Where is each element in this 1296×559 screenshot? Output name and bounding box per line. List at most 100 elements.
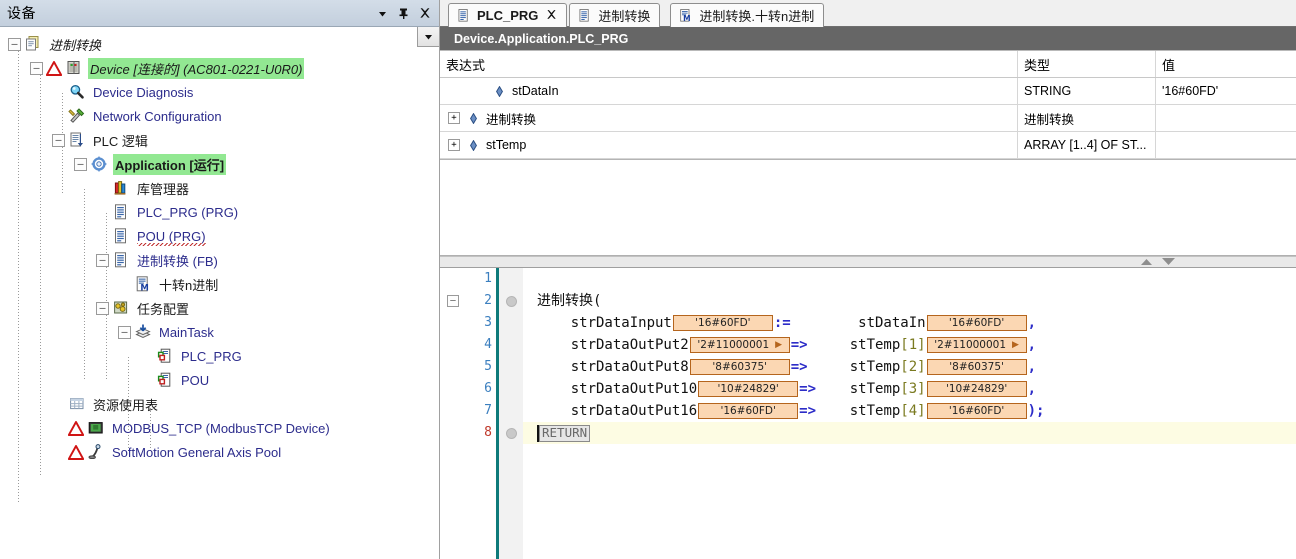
code-statement-marker-icon[interactable] <box>505 295 517 307</box>
splitter-collapse-down-icon[interactable] <box>1161 254 1176 269</box>
tree-item-13[interactable]: PLC_PRG <box>0 344 439 368</box>
watch-cell-expression[interactable]: + stTemp <box>440 132 1018 158</box>
code-marker-cell[interactable] <box>499 422 523 444</box>
code-line[interactable]: 进制转换( <box>523 290 1296 312</box>
code-line[interactable]: strDataOutPut2'2#11000001 ▶ => stTemp [1] '2… <box>523 334 1296 356</box>
tree-item-7[interactable]: PLC_PRG (PRG) <box>0 200 439 224</box>
watch-cell-expression[interactable]: + 进制转换 <box>440 105 1018 131</box>
inline-monitor-box[interactable]: '8#60375' <box>926 359 1027 375</box>
tree-expander-collapse-icon[interactable]: – <box>96 253 109 267</box>
device-tree[interactable]: – 进制转换 – Device [连接的] (AC801-0221-U0R0) Devi… <box>0 27 439 464</box>
tree-item-14[interactable]: POU <box>0 368 439 392</box>
tree-item-15[interactable]: 资源使用表 <box>0 392 439 416</box>
inline-monitor-box[interactable]: '16#60FD' <box>672 315 773 331</box>
task-call-icon <box>156 371 174 389</box>
inline-monitor-box[interactable]: '2#11000001 ▶ <box>689 337 790 353</box>
inline-monitor-box[interactable]: '10#24829' <box>698 381 799 397</box>
tree-item-5[interactable]: – Application [运行] <box>0 152 439 176</box>
code-line[interactable]: strDataInput '16#60FD':= stDataIn '16#60FD… <box>523 312 1296 334</box>
inline-value-expand-icon[interactable]: ▶ <box>775 340 782 350</box>
editor-tabbar[interactable]: PLC_PRG 进制转换 M 进制转换.十转n进制 <box>440 0 1296 27</box>
tree-expander-collapse-icon[interactable]: – <box>74 157 87 171</box>
code-line[interactable]: strDataOutPut16 '16#60FD' => stTemp [4] '16#… <box>523 400 1296 422</box>
code-fold-cell[interactable]: – <box>440 290 467 312</box>
code-marker-cell[interactable] <box>499 268 523 290</box>
watch-table-body[interactable]: stDataIn STRING '16#60FD' + 进制转换 进制转换 + stTemp A… <box>440 78 1296 159</box>
tree-item-9[interactable]: – 进制转换 (FB) <box>0 248 439 272</box>
tree-item-4[interactable]: – PLC 逻辑 <box>0 128 439 152</box>
editor-tab-close-icon[interactable] <box>546 8 557 23</box>
inline-monitor-box[interactable]: '16#60FD' <box>926 315 1027 331</box>
tree-expander-collapse-icon[interactable]: – <box>8 37 21 51</box>
inline-value-expand-icon[interactable]: ▶ <box>1012 340 1019 350</box>
task-call-icon <box>156 347 174 365</box>
inline-monitor-box[interactable]: '2#11000001 ▶ <box>926 337 1027 353</box>
watch-col-type-header: 类型 <box>1018 51 1156 77</box>
editor-tab-1[interactable]: 进制转换 <box>569 3 661 27</box>
code-text: strDataOutPut10 <box>537 381 698 397</box>
tree-item-8[interactable]: POU (PRG) <box>0 224 439 248</box>
pane-splitter[interactable] <box>440 256 1296 268</box>
code-marker-cell[interactable] <box>499 356 523 378</box>
watch-cell-type: STRING <box>1018 78 1156 104</box>
inline-monitor-box[interactable]: '10#24829' <box>926 381 1027 397</box>
code-marker-cell[interactable] <box>499 312 523 334</box>
inline-monitor-box[interactable]: '8#60375' <box>689 359 790 375</box>
devices-panel-title: 设备 <box>7 5 36 21</box>
code-return-keyword[interactable]: RETURN <box>539 424 591 442</box>
code-statement-marker-icon[interactable] <box>505 427 517 439</box>
inline-monitor-value: '2#11000001 <box>934 339 1007 351</box>
watch-table-row[interactable]: + stTemp ARRAY [1..4] OF ST... <box>440 132 1296 159</box>
panel-pin-icon[interactable] <box>393 3 414 24</box>
tree-item-1[interactable]: – Device [连接的] (AC801-0221-U0R0) <box>0 56 439 80</box>
watch-cell-value <box>1156 105 1296 131</box>
object-path-bar: Device.Application.PLC_PRG <box>440 27 1296 51</box>
code-editor[interactable]: – 1 2 3 4 5 6 7 8 进制转换( strDataInput '16#60FD':=… <box>440 268 1296 559</box>
tree-item-17[interactable]: SoftMotion General Axis Pool <box>0 440 439 464</box>
code-fold-column[interactable]: – <box>440 268 468 559</box>
watch-cell-type: ARRAY [1..4] OF ST... <box>1018 132 1156 158</box>
editor-tab-2[interactable]: M 进制转换.十转n进制 <box>670 3 825 27</box>
code-line[interactable]: strDataOutPut8 '8#60375' => stTemp [2] '8#60… <box>523 356 1296 378</box>
tree-item-2[interactable]: Device Diagnosis <box>0 80 439 104</box>
tree-item-11[interactable]: – 任务配置 <box>0 296 439 320</box>
code-marker-cell[interactable] <box>499 334 523 356</box>
watch-cell-expression[interactable]: stDataIn <box>440 78 1018 104</box>
editor-tab-0[interactable]: PLC_PRG <box>448 3 568 27</box>
tree-expander-collapse-icon[interactable]: – <box>30 61 43 75</box>
tree-item-16[interactable]: MODBUS_TCP (ModbusTCP Device) <box>0 416 439 440</box>
code-line-number: 2 <box>484 293 492 308</box>
tree-expander-collapse-icon[interactable]: – <box>96 301 109 315</box>
panel-menu-dropdown-icon[interactable] <box>372 3 393 24</box>
tree-item-10[interactable]: M 十转n进制 <box>0 272 439 296</box>
code-fold-cell <box>440 378 467 400</box>
code-marker-cell[interactable] <box>499 400 523 422</box>
code-line[interactable]: strDataOutPut10 '10#24829' => stTemp [3] '10… <box>523 378 1296 400</box>
tree-expander-collapse-icon[interactable]: – <box>118 325 131 339</box>
tree-item-3[interactable]: Network Configuration <box>0 104 439 128</box>
watch-table-row[interactable]: stDataIn STRING '16#60FD' <box>440 78 1296 105</box>
code-line[interactable] <box>523 268 1296 290</box>
code-text-area[interactable]: 进制转换( strDataInput '16#60FD':= stDataIn '1… <box>523 268 1296 559</box>
inline-monitor-box[interactable]: '16#60FD' <box>698 403 799 419</box>
splitter-collapse-up-icon[interactable] <box>1140 254 1153 269</box>
code-breakpoint-column[interactable] <box>499 268 523 559</box>
inline-monitor-box[interactable]: '16#60FD' <box>926 403 1027 419</box>
tree-item-label: 十转n进制 <box>159 277 219 293</box>
watch-expander-icon[interactable]: + <box>448 112 460 124</box>
watch-table-row[interactable]: + 进制转换 进制转换 <box>440 105 1296 132</box>
tree-item-0[interactable]: – 进制转换 <box>0 32 439 56</box>
code-fold-cell <box>440 400 467 422</box>
tree-item-6[interactable]: 库管理器 <box>0 176 439 200</box>
code-line[interactable]: RETURN <box>523 422 1296 444</box>
code-marker-cell[interactable] <box>499 290 523 312</box>
watch-expander-icon[interactable]: + <box>448 139 460 151</box>
tree-expander-collapse-icon[interactable]: – <box>52 133 65 147</box>
code-fold-collapse-icon[interactable]: – <box>447 295 459 307</box>
panel-close-icon[interactable] <box>414 3 435 24</box>
code-marker-cell[interactable] <box>499 378 523 400</box>
editor-tab-label: 进制转换 <box>598 9 651 24</box>
tree-item-12[interactable]: – MainTask <box>0 320 439 344</box>
